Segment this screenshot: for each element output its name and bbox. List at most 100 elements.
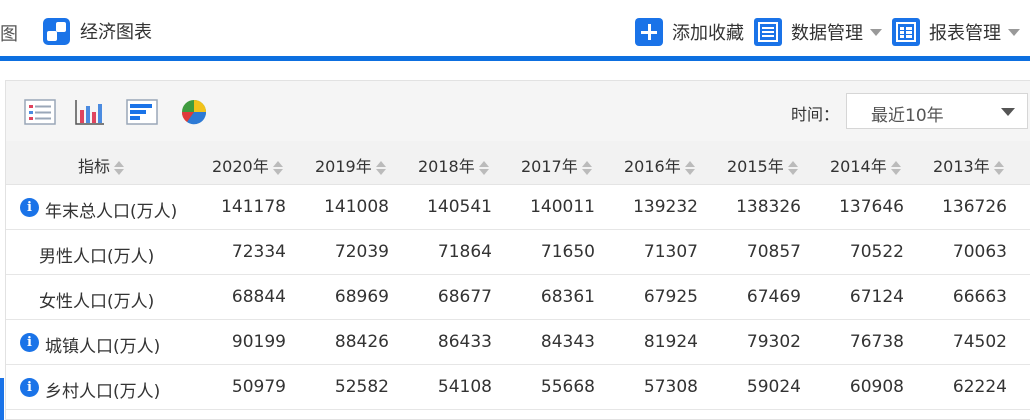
year-header[interactable]: 2016年 <box>624 153 695 177</box>
chart-type-toolbar: 时间： 最近10年 <box>6 81 1030 141</box>
table-cell: 66663 <box>952 287 1007 307</box>
sort-icon <box>581 160 592 176</box>
report-manage-label: 报表管理 <box>929 23 1001 44</box>
data-manage-label: 数据管理 <box>791 23 863 44</box>
table-header: 指标 2020年 2019年 2018年 2017年 2016年 2015年 2014年 20… <box>6 141 1030 185</box>
table-cell: 74502 <box>952 332 1007 352</box>
time-label: 时间： <box>791 105 840 124</box>
table-cell: 137646 <box>839 197 904 217</box>
table-row: i 城镇人口(万人) 90199 88426 86433 84343 81924 79302 7… <box>6 320 1030 365</box>
header-divider <box>0 56 1030 61</box>
year-header[interactable]: 2017年 <box>521 153 592 177</box>
table-cell: 71307 <box>643 242 698 262</box>
year-header[interactable]: 2015年 <box>727 153 798 177</box>
top-actions: 添加收藏 数据管理 报表管理 <box>635 17 1030 47</box>
data-manage-menu[interactable]: 数据管理 <box>754 18 882 46</box>
indicator-name: 城镇人口(万人) <box>45 337 161 357</box>
table-cell: 59024 <box>746 377 801 397</box>
info-icon[interactable]: i <box>20 333 39 352</box>
sort-icon <box>684 160 695 176</box>
chevron-down-icon <box>870 28 882 36</box>
table-cell: 84343 <box>540 332 595 352</box>
table-cell: 60908 <box>849 377 904 397</box>
chevron-down-icon <box>1001 108 1015 116</box>
table-cell: 67124 <box>849 287 904 307</box>
chevron-down-icon <box>1008 28 1020 36</box>
truncated-tab-label[interactable]: 图 <box>0 20 18 46</box>
pie-chart-icon[interactable] <box>178 98 210 126</box>
table-icon <box>892 18 920 46</box>
add-favorite-button[interactable]: 添加收藏 <box>635 18 744 46</box>
table-cell: 67925 <box>643 287 698 307</box>
table-cell: 71864 <box>437 242 492 262</box>
table-cell: 68844 <box>231 287 286 307</box>
tab-label: 经济图表 <box>80 22 152 43</box>
indicator-header[interactable]: 指标 <box>78 153 125 177</box>
table-cell: 140541 <box>427 197 492 217</box>
table-cell: 55668 <box>540 377 595 397</box>
table-cell: 50979 <box>231 377 286 397</box>
table-cell: 141178 <box>221 197 286 217</box>
year-header[interactable]: 2020年 <box>212 153 283 177</box>
list-icon <box>754 18 782 46</box>
table-cell: 62224 <box>952 377 1007 397</box>
table-cell: 136726 <box>942 197 1007 217</box>
add-favorite-label: 添加收藏 <box>672 23 744 44</box>
table-cell: 68969 <box>334 287 389 307</box>
indicator-name: 乡村人口(万人) <box>45 382 161 402</box>
year-header[interactable]: 2013年 <box>933 153 1004 177</box>
table-view-icon[interactable] <box>24 98 56 126</box>
indicator-name: 女性人口(万人) <box>39 292 155 312</box>
chart-app-icon <box>43 17 70 45</box>
data-panel: 时间： 最近10年 指标 2020年 2019年 2018年 2017年 2016年 20… <box>5 80 1030 420</box>
sort-icon <box>272 160 283 176</box>
tab-economic-charts[interactable]: 经济图表 <box>43 17 152 45</box>
table-cell: 54108 <box>437 377 492 397</box>
time-range-value: 最近10年 <box>871 106 944 126</box>
year-header[interactable]: 2014年 <box>830 153 901 177</box>
horizontal-bar-chart-icon[interactable] <box>126 98 158 126</box>
sort-icon <box>114 160 125 176</box>
top-bar: 图 经济图表 添加收藏 数据管理 报表管理 <box>0 0 1030 56</box>
table-cell: 71650 <box>540 242 595 262</box>
info-icon[interactable]: i <box>20 378 39 397</box>
indicator-name: 男性人口(万人) <box>39 247 155 267</box>
table-cell: 67469 <box>746 287 801 307</box>
table-cell: 86433 <box>437 332 492 352</box>
year-header[interactable]: 2019年 <box>315 153 386 177</box>
plus-icon <box>635 18 663 46</box>
sort-icon <box>478 160 489 176</box>
bar-chart-icon[interactable] <box>74 98 106 126</box>
table-cell: 90199 <box>231 332 286 352</box>
table-row: 男性人口(万人) 72334 72039 71864 71650 71307 70857 70… <box>6 230 1030 275</box>
table-cell: 70063 <box>952 242 1007 262</box>
table-row: i 年末总人口(万人) 141178 141008 140541 140011 139232… <box>6 185 1030 230</box>
sort-icon <box>787 160 798 176</box>
side-tab-indicator <box>0 378 4 420</box>
table-row: i 乡村人口(万人) 50979 52582 54108 55668 57308 59024 6… <box>6 365 1030 410</box>
table-row: 女性人口(万人) 68844 68969 68677 68361 67925 67469 67… <box>6 275 1030 320</box>
sort-icon <box>375 160 386 176</box>
table-cell: 52582 <box>334 377 389 397</box>
table-cell: 79302 <box>746 332 801 352</box>
info-icon[interactable]: i <box>20 198 39 217</box>
table-cell: 81924 <box>643 332 698 352</box>
time-range-select[interactable]: 最近10年 <box>846 93 1028 129</box>
table-cell: 72334 <box>231 242 286 262</box>
table-cell: 76738 <box>849 332 904 352</box>
sort-icon <box>890 160 901 176</box>
table-cell: 88426 <box>334 332 389 352</box>
report-manage-menu[interactable]: 报表管理 <box>892 18 1020 46</box>
sort-icon <box>993 160 1004 176</box>
table-cell: 139232 <box>633 197 698 217</box>
table-cell: 140011 <box>530 197 595 217</box>
indicator-name: 年末总人口(万人) <box>45 202 178 222</box>
table-cell: 70857 <box>746 242 801 262</box>
table-cell: 72039 <box>334 242 389 262</box>
table-cell: 57308 <box>643 377 698 397</box>
year-header[interactable]: 2018年 <box>418 153 489 177</box>
table-cell: 141008 <box>324 197 389 217</box>
table-cell: 70522 <box>849 242 904 262</box>
table-cell: 68677 <box>437 287 492 307</box>
table-cell: 138326 <box>736 197 801 217</box>
